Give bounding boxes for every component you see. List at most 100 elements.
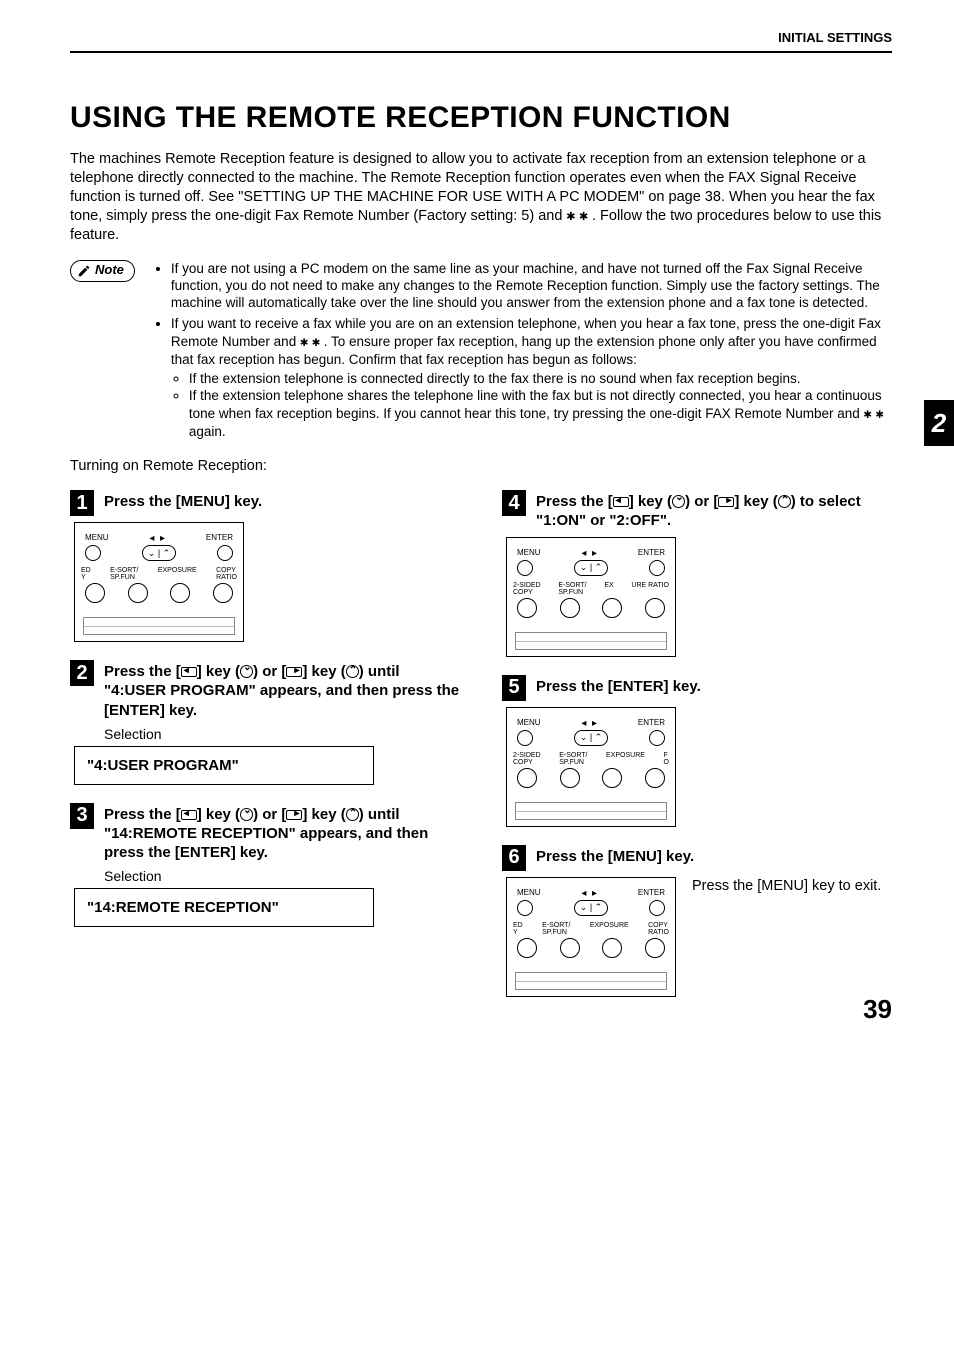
star-icon: ✱ — [312, 334, 320, 350]
star-icon: ✱ — [864, 406, 872, 422]
panel-label: MENU — [517, 548, 541, 559]
panel-label: EXPOSURE — [158, 567, 197, 581]
button-icon — [602, 938, 622, 958]
step-number: 5 — [502, 675, 526, 701]
panel-label: COPY — [216, 567, 236, 574]
left-key-icon — [181, 810, 197, 820]
selection-label: Selection — [104, 726, 460, 742]
button-icon — [128, 583, 148, 603]
panel-label: RATIO — [216, 574, 237, 581]
section-header: INITIAL SETTINGS — [70, 30, 892, 45]
lcd-icon — [515, 972, 667, 990]
intro-paragraph: The machines Remote Reception feature is… — [70, 150, 892, 246]
step-title: Press the [] key () or [] key () until "… — [104, 805, 460, 863]
arrow-icons: ◂ ▸ — [149, 533, 165, 544]
step-aside-text: Press the [MENU] key to exit. — [692, 877, 881, 997]
button-icon — [217, 545, 233, 561]
down-button-icon — [240, 808, 253, 821]
up-button-icon — [346, 808, 359, 821]
step-text: Press the [ — [536, 493, 613, 510]
note-sublist: If the extension telephone is connected … — [171, 370, 892, 440]
note-label: Note — [95, 262, 124, 279]
step-number: 6 — [502, 845, 526, 871]
button-icon — [645, 598, 665, 618]
step-title: Press the [ENTER] key. — [536, 677, 701, 696]
panel-label: EXPOSURE — [606, 752, 645, 766]
panel-label: COPY — [648, 922, 668, 929]
panel-label: EXPOSURE — [590, 922, 629, 936]
button-icon — [560, 768, 580, 788]
nav-oval-icon: ⌄ | ⌃ — [574, 560, 608, 576]
button-icon — [560, 598, 580, 618]
button-icon — [517, 730, 533, 746]
panel-label: E-SORT/ — [559, 752, 587, 759]
control-panel-illustration: MENU◂ ▸ENTER ⌄ | ⌃ 2-SIDEDCOPYE-SORT/SP.… — [506, 707, 676, 827]
selection-box: "4:USER PROGRAM" — [74, 746, 374, 785]
note-subtext-b: again. — [189, 424, 226, 439]
step-6: 6 Press the [MENU] key. MENU◂ ▸ENTER ⌄ |… — [502, 845, 892, 997]
step-text: ] key ( — [302, 806, 345, 823]
button-icon — [602, 768, 622, 788]
note-item: If you are not using a PC modem on the s… — [171, 260, 892, 312]
panel-label: 2-SIDED — [513, 752, 541, 759]
button-icon — [213, 583, 233, 603]
panel-label: Y — [81, 574, 86, 581]
step-text: ] key ( — [629, 493, 672, 510]
button-icon — [645, 768, 665, 788]
panel-label: ED — [513, 922, 523, 929]
note-subitem: If the extension telephone is connected … — [189, 370, 892, 387]
star-icon: ✱ — [875, 406, 883, 422]
note-subtext-a: If the extension telephone shares the te… — [189, 388, 882, 420]
left-column: 1 Press the [MENU] key. MENU◂ ▸ENTER ⌄ |… — [70, 490, 460, 1014]
button-icon — [560, 938, 580, 958]
nav-oval-icon: ⌄ | ⌃ — [574, 730, 608, 746]
right-key-icon — [286, 667, 302, 677]
selection-label: Selection — [104, 868, 460, 884]
step-4: 4 Press the [] key () or [] key () to se… — [502, 490, 892, 656]
right-key-icon — [718, 497, 734, 507]
button-icon — [85, 545, 101, 561]
button-icon — [85, 583, 105, 603]
step-number: 4 — [502, 490, 526, 516]
up-button-icon — [346, 665, 359, 678]
down-button-icon — [240, 665, 253, 678]
star-icon: ✱ — [300, 334, 308, 350]
arrow-icons: ◂ ▸ — [581, 548, 597, 559]
panel-label: SP.FUN — [559, 759, 584, 766]
step-text: ] key ( — [197, 806, 240, 823]
nav-oval-icon: ⌄ | ⌃ — [574, 900, 608, 916]
page-title: USING THE REMOTE RECEPTION FUNCTION — [70, 101, 892, 135]
lcd-icon — [515, 802, 667, 820]
control-panel-illustration: MENU◂ ▸ENTER ⌄ | ⌃ EDYE-SORT/SP.FUNEXPOS… — [74, 522, 244, 642]
step-number: 2 — [70, 660, 94, 686]
panel-label: SP.FUN — [110, 574, 135, 581]
panel-label: RATIO — [648, 929, 669, 936]
panel-label: MENU — [517, 718, 541, 729]
step-title: Press the [] key () or [] key () until "… — [104, 662, 460, 720]
panel-label: COPY — [513, 759, 533, 766]
step-text: ] key ( — [302, 663, 345, 680]
panel-label: ENTER — [638, 548, 665, 559]
panel-label: ENTER — [638, 888, 665, 899]
panel-label: E-SORT/ — [110, 567, 138, 574]
control-panel-illustration: MENU◂ ▸ENTER ⌄ | ⌃ EDYE-SORT/SP.FUNEXPOS… — [506, 877, 676, 997]
step-1: 1 Press the [MENU] key. MENU◂ ▸ENTER ⌄ |… — [70, 490, 460, 642]
step-title: Press the [MENU] key. — [536, 847, 694, 866]
panel-label: E-SORT/ — [542, 922, 570, 929]
step-5: 5 Press the [ENTER] key. MENU◂ ▸ENTER ⌄ … — [502, 675, 892, 827]
pencil-icon — [77, 264, 91, 278]
step-text: Press the [ — [104, 663, 181, 680]
divider — [70, 51, 892, 53]
step-text: Press the [ — [104, 806, 181, 823]
step-text: ) or [ — [685, 493, 718, 510]
lcd-icon — [83, 617, 235, 635]
button-icon — [517, 938, 537, 958]
lcd-icon — [515, 632, 667, 650]
step-text: ] key ( — [734, 493, 777, 510]
step-title: Press the [] key () or [] key () to sele… — [536, 492, 892, 530]
control-panel-illustration: MENU◂ ▸ENTER ⌄ | ⌃ 2-SIDEDCOPYE-SORT/SP.… — [506, 537, 676, 657]
panel-label: MENU — [517, 888, 541, 899]
nav-oval-icon: ⌄ | ⌃ — [142, 545, 176, 561]
panel-label: SP.FUN — [542, 929, 567, 936]
button-icon — [517, 560, 533, 576]
